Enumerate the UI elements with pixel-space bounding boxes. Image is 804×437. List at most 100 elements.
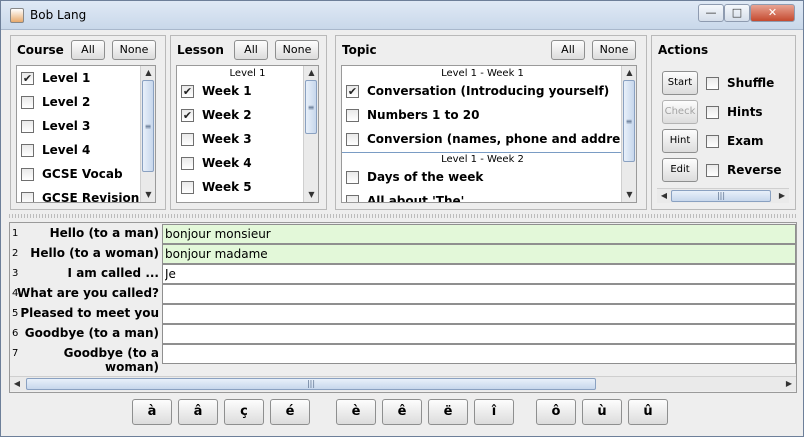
course-item[interactable]: Level 2 [21, 91, 90, 113]
scroll-down-arrow-icon[interactable]: ▼ [622, 188, 636, 202]
course-item[interactable]: ✔ Level 1 [21, 67, 90, 89]
phrase-hscrollbar[interactable]: ◀ ||| ▶ [10, 376, 796, 391]
checkbox[interactable] [706, 76, 719, 90]
accent-button-e-circumflex[interactable]: ê [382, 399, 422, 425]
answer-field[interactable] [162, 324, 796, 344]
checkbox[interactable] [21, 143, 34, 157]
accent-button-a-grave[interactable]: à [132, 399, 172, 425]
answer-field[interactable] [162, 284, 796, 304]
checkbox[interactable] [181, 180, 194, 194]
topic-scrollbar[interactable]: ▲ ≡ ▼ [621, 66, 636, 202]
lesson-item[interactable]: Week 4 [181, 152, 252, 174]
answer-field[interactable] [162, 344, 796, 364]
lesson-list[interactable]: Level 1 ✔ Week 1 ✔ Week 2 Week 3 Week 4 We… [176, 65, 319, 203]
scroll-up-arrow-icon[interactable]: ▲ [141, 66, 155, 80]
checkbox-checked[interactable]: ✔ [181, 84, 194, 98]
checkbox[interactable] [21, 119, 34, 133]
hint-button[interactable]: Hint [662, 129, 698, 153]
topic-item[interactable]: Days of the week [346, 166, 483, 188]
lesson-item[interactable]: Week 5 [181, 176, 252, 198]
scroll-thumb[interactable]: ||| [671, 190, 771, 202]
splitter-grip [9, 214, 797, 218]
scroll-thumb[interactable]: ≡ [142, 80, 154, 172]
topic-none-button[interactable]: None [592, 40, 636, 60]
accent-button-e-acute[interactable]: é [270, 399, 310, 425]
scroll-up-arrow-icon[interactable]: ▲ [622, 66, 636, 80]
answer-field[interactable] [162, 264, 796, 284]
maximize-button[interactable]: □ [724, 4, 750, 22]
lesson-none-button[interactable]: None [275, 40, 319, 60]
accent-button-o-circumflex[interactable]: ô [536, 399, 576, 425]
checkbox[interactable] [21, 95, 34, 109]
checkbox[interactable] [346, 132, 359, 146]
answer-field[interactable] [162, 244, 796, 264]
topic-panel: Topic All None Level 1 - Week 1 ✔ Convers… [335, 35, 647, 210]
minimize-button[interactable]: — [698, 4, 724, 22]
course-scrollbar[interactable]: ▲ ≡ ▼ [140, 66, 155, 202]
accent-button-c-cedilla[interactable]: ç [224, 399, 264, 425]
course-list[interactable]: ✔ Level 1 Level 2 Level 3 Level 4 GCSE Vo… [16, 65, 156, 203]
edit-button[interactable]: Edit [662, 158, 698, 182]
scroll-thumb[interactable]: ≡ [305, 80, 317, 134]
scroll-thumb[interactable]: ||| [26, 378, 596, 390]
lesson-scrollbar[interactable]: ▲ ≡ ▼ [303, 66, 318, 202]
checkbox[interactable] [346, 108, 359, 122]
checkbox[interactable] [706, 163, 719, 177]
course-item[interactable]: Level 4 [21, 139, 90, 161]
checkbox[interactable] [346, 194, 359, 202]
topic-item[interactable]: Conversion (names, phone and address) [346, 128, 636, 150]
lesson-item[interactable]: ✔ Week 1 [181, 80, 252, 102]
hints-option[interactable]: Hints [706, 101, 763, 123]
checkbox[interactable] [706, 134, 719, 148]
checkbox[interactable] [21, 191, 34, 202]
topic-item-label: Conversation (Introducing yourself) [367, 84, 610, 98]
scroll-thumb[interactable]: ≡ [623, 80, 635, 162]
close-button[interactable]: ✕ [750, 4, 795, 22]
split-pane-divider[interactable] [9, 210, 797, 222]
accent-button-a-circumflex[interactable]: â [178, 399, 218, 425]
accent-button-u-grave[interactable]: ù [582, 399, 622, 425]
topic-all-button[interactable]: All [551, 40, 585, 60]
lesson-item[interactable]: Week 3 [181, 128, 252, 150]
checkbox[interactable] [21, 167, 34, 181]
check-button[interactable]: Check [662, 100, 698, 124]
title-bar[interactable]: Bob Lang — □ ✕ [1, 1, 803, 30]
checkbox[interactable] [346, 170, 359, 184]
scroll-left-arrow-icon[interactable]: ◀ [657, 189, 671, 203]
answer-field[interactable] [162, 304, 796, 324]
lesson-all-button[interactable]: All [234, 40, 268, 60]
phrase-prompt: I am called ... [67, 266, 159, 280]
course-item[interactable]: Level 3 [21, 115, 90, 137]
exam-option[interactable]: Exam [706, 130, 764, 152]
topic-item[interactable]: ✔ Conversation (Introducing yourself) [346, 80, 609, 102]
checkbox-checked[interactable]: ✔ [21, 71, 34, 85]
checkbox-checked[interactable]: ✔ [346, 84, 359, 98]
course-none-button[interactable]: None [112, 40, 156, 60]
start-button[interactable]: Start [662, 71, 698, 95]
checkbox[interactable] [706, 105, 719, 119]
answer-field[interactable] [162, 224, 796, 244]
course-item[interactable]: GCSE Vocab [21, 163, 123, 185]
checkbox[interactable] [181, 156, 194, 170]
scroll-down-arrow-icon[interactable]: ▼ [304, 188, 318, 202]
accent-button-i-circumflex[interactable]: î [474, 399, 514, 425]
actions-hscrollbar[interactable]: ◀ ||| ▶ [657, 188, 789, 203]
scroll-right-arrow-icon[interactable]: ▶ [775, 189, 789, 203]
scroll-right-arrow-icon[interactable]: ▶ [782, 377, 796, 391]
topic-item[interactable]: All about 'The' [346, 190, 464, 202]
reverse-option[interactable]: Reverse [706, 159, 782, 181]
scroll-down-arrow-icon[interactable]: ▼ [141, 188, 155, 202]
lesson-item[interactable]: ✔ Week 2 [181, 104, 252, 126]
scroll-left-arrow-icon[interactable]: ◀ [10, 377, 24, 391]
accent-button-e-grave[interactable]: è [336, 399, 376, 425]
scroll-up-arrow-icon[interactable]: ▲ [304, 66, 318, 80]
accent-button-u-circumflex[interactable]: û [628, 399, 668, 425]
topic-list[interactable]: Level 1 - Week 1 ✔ Conversation (Introduc… [341, 65, 637, 203]
topic-item[interactable]: Numbers 1 to 20 [346, 104, 479, 126]
checkbox-checked[interactable]: ✔ [181, 108, 194, 122]
accent-button-e-diaeresis[interactable]: ë [428, 399, 468, 425]
course-item[interactable]: GCSE Revision [21, 187, 139, 202]
checkbox[interactable] [181, 132, 194, 146]
shuffle-option[interactable]: Shuffle [706, 72, 774, 94]
course-all-button[interactable]: All [71, 40, 105, 60]
